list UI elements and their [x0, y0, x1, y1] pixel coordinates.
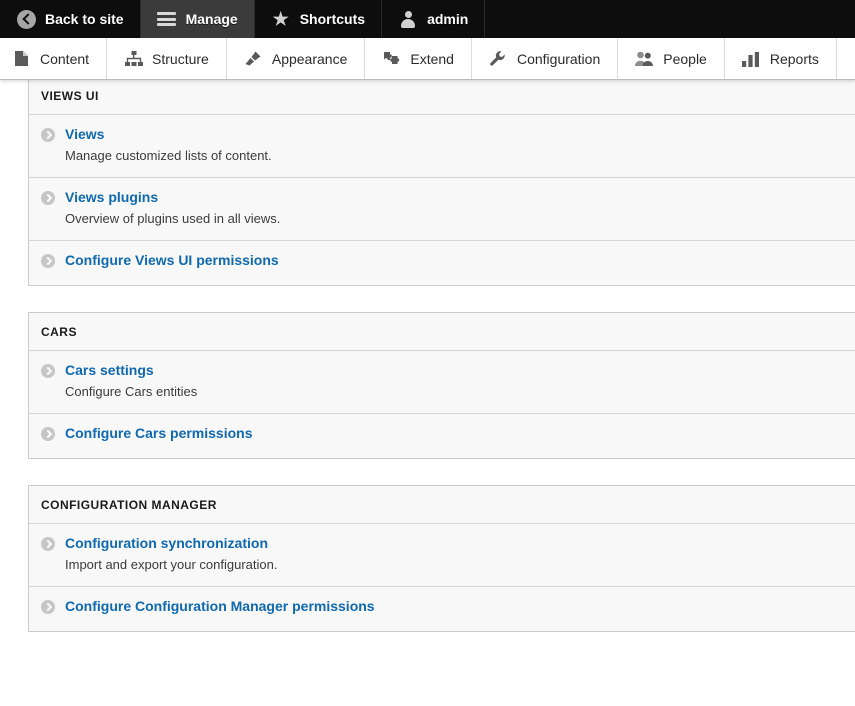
puzzle-piece-icon: [382, 49, 401, 68]
toolbar-item-label: Back to site: [45, 11, 124, 27]
admin-task-row[interactable]: Configure Views UI permissions: [29, 240, 855, 285]
menu-item-structure[interactable]: Structure: [107, 38, 227, 79]
chevron-right-circle-icon: [41, 535, 65, 554]
chevron-right-circle-icon: [41, 126, 65, 145]
panel-title: CONFIGURATION MANAGER: [29, 486, 855, 523]
toolbar-item-shortcuts[interactable]: ★ Shortcuts: [255, 0, 382, 38]
panel-body: Configuration synchronization Import and…: [29, 523, 855, 631]
menu-item-label: Extend: [410, 51, 454, 67]
module-panel-cars: CARS Cars settings Configure Cars entiti…: [28, 312, 855, 459]
menu-item-label: People: [663, 51, 707, 67]
panel-title: VIEWS UI: [29, 80, 855, 114]
toolbar-item-label: Manage: [186, 11, 238, 27]
menu-item-label: Structure: [152, 51, 209, 67]
menu-item-configuration[interactable]: Configuration: [472, 38, 618, 79]
menu-item-reports[interactable]: Reports: [725, 38, 837, 79]
people-icon: [635, 49, 654, 68]
wrench-icon: [489, 49, 508, 68]
document-icon: [12, 49, 31, 68]
admin-task-link[interactable]: Cars settings: [65, 362, 154, 378]
back-circle-icon: [16, 9, 36, 29]
toolbar-item-back-to-site[interactable]: Back to site: [0, 0, 141, 38]
bar-chart-icon: [742, 49, 761, 68]
menu-item-extend[interactable]: Extend: [365, 38, 472, 79]
admin-task-link[interactable]: Configure Views UI permissions: [65, 252, 279, 268]
panel-body: Cars settings Configure Cars entities Co…: [29, 350, 855, 458]
star-icon: ★: [271, 9, 291, 29]
admin-task-row[interactable]: Views plugins Overview of plugins used i…: [29, 177, 855, 240]
menu-item-label: Reports: [770, 51, 819, 67]
toolbar-item-manage[interactable]: Manage: [141, 0, 255, 38]
chevron-right-circle-icon: [41, 189, 65, 208]
admin-task-link[interactable]: Configuration synchronization: [65, 535, 268, 551]
admin-task-description: Overview of plugins used in all views.: [65, 211, 841, 228]
chevron-right-circle-icon: [41, 425, 65, 444]
menu-item-appearance[interactable]: Appearance: [227, 38, 366, 79]
menu-item-label: Configuration: [517, 51, 600, 67]
admin-task-row[interactable]: Views Manage customized lists of content…: [29, 114, 855, 177]
admin-index-content: VIEWS UI Views Manage customized lists o…: [0, 80, 855, 706]
panel-title: CARS: [29, 313, 855, 350]
admin-task-description: Configure Cars entities: [65, 384, 841, 401]
admin-task-row[interactable]: Configure Cars permissions: [29, 413, 855, 458]
menu-item-help[interactable]: ? Help: [837, 38, 855, 79]
menu-item-label: Appearance: [272, 51, 348, 67]
admin-menu-bar: Content Structure Appearance: [0, 38, 855, 80]
person-icon: [398, 9, 418, 29]
menu-item-people[interactable]: People: [618, 38, 725, 79]
menu-item-label: Content: [40, 51, 89, 67]
toolbar-item-admin-account[interactable]: admin: [382, 0, 485, 38]
toolbar-item-label: admin: [427, 11, 468, 27]
menu-item-content[interactable]: Content: [0, 38, 107, 79]
admin-task-description: Import and export your configuration.: [65, 557, 841, 574]
chevron-right-circle-icon: [41, 252, 65, 271]
sitemap-icon: [124, 49, 143, 68]
hamburger-icon: [157, 9, 177, 29]
admin-task-row[interactable]: Configure Configuration Manager permissi…: [29, 586, 855, 631]
toolbar-item-label: Shortcuts: [300, 11, 365, 27]
admin-task-row[interactable]: Cars settings Configure Cars entities: [29, 350, 855, 413]
admin-toolbar: Back to site Manage ★ Shortcuts admin: [0, 0, 855, 38]
chevron-right-circle-icon: [41, 362, 65, 381]
module-panel-configuration-manager: CONFIGURATION MANAGER Configuration sync…: [28, 485, 855, 632]
panel-body: Views Manage customized lists of content…: [29, 114, 855, 285]
admin-task-description: Manage customized lists of content.: [65, 148, 841, 165]
module-panel-views-ui: VIEWS UI Views Manage customized lists o…: [28, 80, 855, 286]
admin-task-link[interactable]: Views: [65, 126, 104, 142]
admin-task-link[interactable]: Configure Cars permissions: [65, 425, 253, 441]
admin-task-link[interactable]: Configure Configuration Manager permissi…: [65, 598, 375, 614]
admin-task-row[interactable]: Configuration synchronization Import and…: [29, 523, 855, 586]
chevron-right-circle-icon: [41, 598, 65, 617]
admin-task-link[interactable]: Views plugins: [65, 189, 158, 205]
paintbrush-icon: [244, 49, 263, 68]
